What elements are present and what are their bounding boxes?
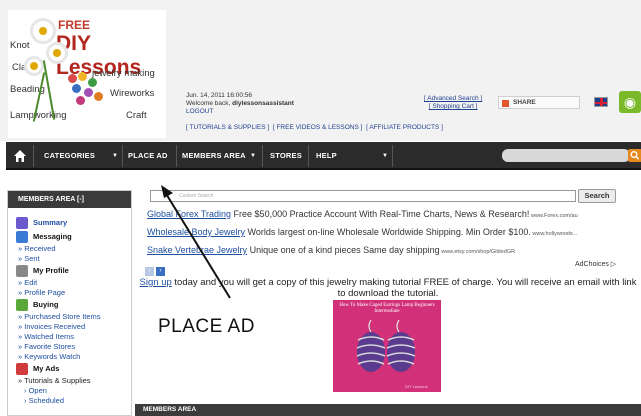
custom-search-input[interactable]: Custom Search	[150, 190, 576, 202]
signup-message: Sign up today and you will get a copy of…	[135, 277, 641, 299]
logo-word-lampworking: Lampworking	[10, 110, 67, 121]
nav-stores[interactable]: STORES	[270, 142, 302, 170]
logo-free-text: FREE	[58, 18, 91, 32]
logo-word-knot: Knot	[10, 40, 30, 51]
site-header: FREE DIY Lessons Knot Clay jewelry makin…	[0, 0, 641, 141]
ads-icon	[16, 363, 28, 375]
prev-ad-button[interactable]: ‹	[145, 267, 154, 276]
daisy-icon	[24, 56, 44, 76]
affiliate-products-link[interactable]: [ AFFILIATE PRODUCTS ]	[366, 124, 443, 131]
caged-earrings-icon	[356, 319, 416, 372]
share-label: SHARE	[513, 99, 536, 106]
next-ad-button[interactable]: ›	[156, 267, 165, 276]
sidebar-link-watched[interactable]: » Watched Items	[8, 332, 131, 342]
user-info: Jun. 14, 2011 16:00:56 Welcome back, diy…	[186, 92, 294, 116]
sidebar-link-received[interactable]: » Received	[8, 244, 131, 254]
beads-icon	[66, 70, 106, 110]
ad-title-link[interactable]: Wholesale Body Jewelry	[147, 227, 245, 237]
sidebar-title[interactable]: MEMBERS AREA [-]	[8, 191, 131, 208]
sidebar-profile-label: My Profile	[33, 266, 69, 275]
site-logo[interactable]: FREE DIY Lessons Knot Clay jewelry makin…	[8, 10, 166, 138]
welcome-line: Welcome back, diylessonsassistant	[186, 100, 294, 108]
ad-item: Wholesale Body Jewelry Worlds largest on…	[147, 227, 641, 240]
ad-title-link[interactable]: Global Forex Trading	[147, 209, 231, 219]
sidebar-link-tutorials[interactable]: » Tutorials & Supplies	[8, 376, 131, 386]
sidebar-item-buying: Buying	[8, 298, 131, 312]
ad-text: Worlds largest on-line Wholesale Worldwi…	[245, 227, 531, 237]
uk-flag-icon[interactable]	[594, 97, 608, 107]
daisy-icon	[46, 42, 68, 64]
signup-link[interactable]: Sign up	[140, 277, 172, 288]
nav-help-arrow[interactable]: ▼	[382, 142, 388, 170]
sidebar-buying-label: Buying	[33, 300, 59, 309]
share-button[interactable]: SHARE	[498, 96, 580, 109]
logo-word-craft: Craft	[126, 110, 147, 121]
sidebar-link-invoices[interactable]: » Invoices Received	[8, 322, 131, 332]
sidebar-messaging-label: Messaging	[33, 232, 72, 241]
sidebar-item-profile: My Profile	[8, 264, 131, 278]
members-area-header: MEMBERS AREA	[135, 404, 641, 416]
nav-help[interactable]: HELP	[316, 142, 337, 170]
header-links: [ Advanced Search ] [ Shopping Cart ]	[424, 95, 482, 111]
advanced-search-link[interactable]: [ Advanced Search ]	[424, 95, 482, 102]
tutorials-supplies-link[interactable]: [ TUTORIALS & SUPPLIES ]	[186, 124, 269, 131]
sidebar-item-messaging: Messaging	[8, 230, 131, 244]
shopping-cart-link[interactable]: [ Shopping Cart ]	[429, 103, 478, 110]
sidebar-link-sent[interactable]: » Sent	[8, 254, 131, 264]
ad-item: Global Forex Trading Free $50,000 Practi…	[147, 209, 641, 222]
annotation-label: PLACE AD	[158, 316, 255, 337]
signup-text: today and you will get a copy of this je…	[171, 277, 637, 299]
sidebar-link-open[interactable]: › Open	[8, 386, 131, 396]
nav-members-arrow[interactable]: ▼	[250, 142, 256, 170]
members-sidebar: MEMBERS AREA [-] Summary Messaging » Rec…	[7, 190, 132, 416]
welcome-text: Welcome back,	[186, 100, 233, 107]
sidebar-link-purchased[interactable]: » Purchased Store Items	[8, 312, 131, 322]
ad-text: Free $50,000 Practice Account With Real-…	[231, 209, 530, 219]
tutorial-image[interactable]: How To Make Caged Earrings Lamp Beginner…	[333, 300, 441, 392]
cart-icon	[16, 299, 28, 311]
nav-categories-arrow[interactable]: ▼	[112, 142, 118, 170]
search-icon	[630, 151, 640, 160]
logo-word-wireworks: Wireworks	[110, 88, 155, 99]
profile-icon	[16, 265, 28, 277]
summary-icon	[16, 217, 28, 229]
ad-url[interactable]: www.hollywoods...	[531, 231, 577, 237]
current-datetime: Jun. 14, 2011 16:00:56	[186, 92, 253, 99]
nav-categories[interactable]: CATEGORIES	[44, 142, 95, 170]
nav-search-button[interactable]	[628, 149, 641, 162]
rss-icon[interactable]: ◉	[619, 91, 641, 113]
tutorial-image-footer: DIY Lessons	[405, 384, 428, 389]
sidebar-my-ads-label: My Ads	[33, 364, 60, 373]
daisy-icon	[30, 18, 56, 44]
logout-link[interactable]: LOGOUT	[186, 108, 213, 115]
free-videos-link[interactable]: [ FREE VIDEOS & LESSONS ]	[273, 124, 363, 131]
adchoices-link[interactable]: AdChoices ▷	[575, 260, 616, 268]
sidebar-summary-label: Summary	[33, 218, 68, 227]
sidebar-link-keywords[interactable]: » Keywords Watch	[8, 352, 131, 362]
ad-pager: ‹ ›	[145, 259, 167, 277]
ad-list: Global Forex Trading Free $50,000 Practi…	[147, 209, 641, 263]
ad-url[interactable]: www.etsy.com/shop/GildedGR	[440, 249, 515, 255]
envelope-icon	[16, 231, 28, 243]
username: diylessonsassistant	[232, 100, 294, 107]
sidebar-link-scheduled[interactable]: › Scheduled	[8, 396, 131, 406]
sidebar-link-edit[interactable]: » Edit	[8, 278, 131, 288]
top-links: [ TUTORIALS & SUPPLIES ] [ FREE VIDEOS &…	[186, 124, 443, 131]
ad-title-link[interactable]: Snake Vertebrae Jewelry	[147, 245, 247, 255]
main-nav: CATEGORIES ▼ PLACE AD MEMBERS AREA ▼ STO…	[6, 142, 641, 170]
ad-text: Unique one of a kind pieces Same day shi…	[247, 245, 440, 255]
sidebar-link-profile-page[interactable]: » Profile Page	[8, 288, 131, 298]
home-icon[interactable]	[13, 149, 27, 163]
ad-url[interactable]: www.Forex.com/au	[529, 213, 578, 219]
sidebar-item-my-ads: My Ads	[8, 362, 131, 376]
search-button[interactable]: Search	[578, 189, 616, 203]
nav-search-input[interactable]	[502, 149, 630, 162]
ad-item: Snake Vertebrae Jewelry Unique one of a …	[147, 245, 641, 258]
nav-members-area[interactable]: MEMBERS AREA	[182, 142, 246, 170]
sidebar-item-summary[interactable]: Summary	[8, 216, 131, 230]
custom-search-placeholder: Custom Search	[179, 193, 214, 199]
nav-place-ad[interactable]: PLACE AD	[128, 142, 168, 170]
sidebar-link-favorite[interactable]: » Favorite Stores	[8, 342, 131, 352]
